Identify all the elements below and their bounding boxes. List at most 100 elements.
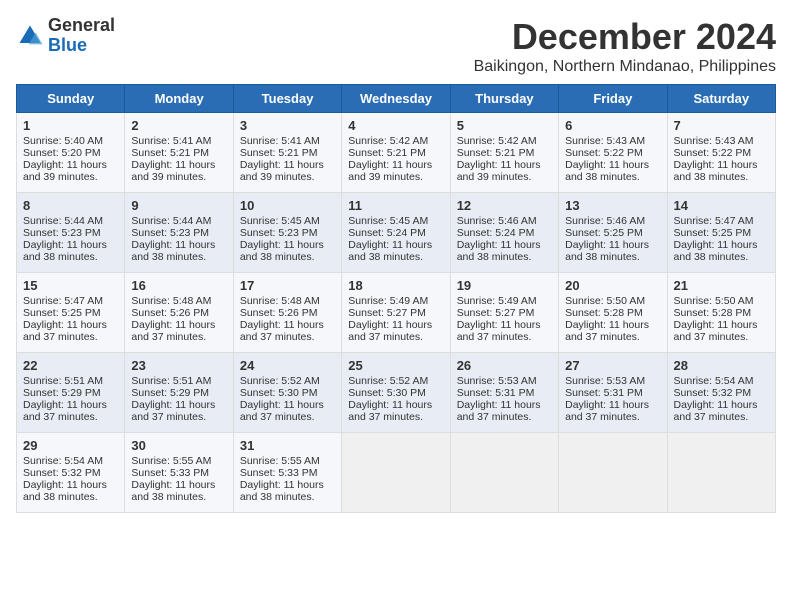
sunset-label: Sunset: 5:21 PM bbox=[240, 147, 318, 159]
table-row: 31 Sunrise: 5:55 AM Sunset: 5:33 PM Dayl… bbox=[233, 433, 341, 513]
daylight-label: Daylight: 11 hours and 38 minutes. bbox=[131, 479, 215, 503]
sunset-label: Sunset: 5:31 PM bbox=[565, 387, 643, 399]
table-row: 3 Sunrise: 5:41 AM Sunset: 5:21 PM Dayli… bbox=[233, 113, 341, 193]
daylight-label: Daylight: 11 hours and 39 minutes. bbox=[457, 159, 541, 183]
sunset-label: Sunset: 5:23 PM bbox=[131, 227, 209, 239]
title-section: December 2024 Baikingon, Northern Mindan… bbox=[474, 16, 776, 76]
daylight-label: Daylight: 11 hours and 38 minutes. bbox=[674, 239, 758, 263]
sunrise-label: Sunrise: 5:54 AM bbox=[23, 455, 103, 467]
day-number: 19 bbox=[457, 278, 552, 293]
table-row: 9 Sunrise: 5:44 AM Sunset: 5:23 PM Dayli… bbox=[125, 193, 233, 273]
day-number: 10 bbox=[240, 198, 335, 213]
day-number: 30 bbox=[131, 438, 226, 453]
table-row bbox=[450, 433, 558, 513]
sunset-label: Sunset: 5:22 PM bbox=[565, 147, 643, 159]
daylight-label: Daylight: 11 hours and 37 minutes. bbox=[131, 399, 215, 423]
daylight-label: Daylight: 11 hours and 37 minutes. bbox=[674, 319, 758, 343]
sunrise-label: Sunrise: 5:52 AM bbox=[240, 375, 320, 387]
sunrise-label: Sunrise: 5:43 AM bbox=[565, 135, 645, 147]
sunset-label: Sunset: 5:26 PM bbox=[131, 307, 209, 319]
sunrise-label: Sunrise: 5:55 AM bbox=[131, 455, 211, 467]
sunset-label: Sunset: 5:23 PM bbox=[23, 227, 101, 239]
day-number: 9 bbox=[131, 198, 226, 213]
col-thursday: Thursday bbox=[450, 85, 558, 113]
sunset-label: Sunset: 5:21 PM bbox=[457, 147, 535, 159]
logo-general: General bbox=[48, 16, 115, 36]
table-row: 21 Sunrise: 5:50 AM Sunset: 5:28 PM Dayl… bbox=[667, 273, 775, 353]
table-row: 16 Sunrise: 5:48 AM Sunset: 5:26 PM Dayl… bbox=[125, 273, 233, 353]
table-row: 4 Sunrise: 5:42 AM Sunset: 5:21 PM Dayli… bbox=[342, 113, 450, 193]
header: General Blue December 2024 Baikingon, No… bbox=[16, 16, 776, 76]
day-number: 15 bbox=[23, 278, 118, 293]
logo-text: General Blue bbox=[48, 16, 115, 56]
daylight-label: Daylight: 11 hours and 38 minutes. bbox=[565, 239, 649, 263]
sunrise-label: Sunrise: 5:48 AM bbox=[240, 295, 320, 307]
table-row: 22 Sunrise: 5:51 AM Sunset: 5:29 PM Dayl… bbox=[17, 353, 125, 433]
calendar-table: Sunday Monday Tuesday Wednesday Thursday… bbox=[16, 84, 776, 513]
logo: General Blue bbox=[16, 16, 115, 56]
table-row: 13 Sunrise: 5:46 AM Sunset: 5:25 PM Dayl… bbox=[559, 193, 667, 273]
sunrise-label: Sunrise: 5:43 AM bbox=[674, 135, 754, 147]
sunset-label: Sunset: 5:25 PM bbox=[565, 227, 643, 239]
day-number: 23 bbox=[131, 358, 226, 373]
sunrise-label: Sunrise: 5:44 AM bbox=[131, 215, 211, 227]
table-row: 8 Sunrise: 5:44 AM Sunset: 5:23 PM Dayli… bbox=[17, 193, 125, 273]
sunset-label: Sunset: 5:25 PM bbox=[23, 307, 101, 319]
table-row: 10 Sunrise: 5:45 AM Sunset: 5:23 PM Dayl… bbox=[233, 193, 341, 273]
table-row: 20 Sunrise: 5:50 AM Sunset: 5:28 PM Dayl… bbox=[559, 273, 667, 353]
day-number: 27 bbox=[565, 358, 660, 373]
col-monday: Monday bbox=[125, 85, 233, 113]
table-row: 25 Sunrise: 5:52 AM Sunset: 5:30 PM Dayl… bbox=[342, 353, 450, 433]
daylight-label: Daylight: 11 hours and 37 minutes. bbox=[565, 319, 649, 343]
sunset-label: Sunset: 5:32 PM bbox=[23, 467, 101, 479]
day-number: 13 bbox=[565, 198, 660, 213]
table-row: 17 Sunrise: 5:48 AM Sunset: 5:26 PM Dayl… bbox=[233, 273, 341, 353]
table-row: 30 Sunrise: 5:55 AM Sunset: 5:33 PM Dayl… bbox=[125, 433, 233, 513]
table-row: 18 Sunrise: 5:49 AM Sunset: 5:27 PM Dayl… bbox=[342, 273, 450, 353]
day-number: 20 bbox=[565, 278, 660, 293]
day-number: 28 bbox=[674, 358, 769, 373]
col-tuesday: Tuesday bbox=[233, 85, 341, 113]
sunset-label: Sunset: 5:33 PM bbox=[240, 467, 318, 479]
sunrise-label: Sunrise: 5:44 AM bbox=[23, 215, 103, 227]
sunrise-label: Sunrise: 5:53 AM bbox=[565, 375, 645, 387]
sunrise-label: Sunrise: 5:41 AM bbox=[131, 135, 211, 147]
day-number: 12 bbox=[457, 198, 552, 213]
daylight-label: Daylight: 11 hours and 37 minutes. bbox=[240, 399, 324, 423]
sunset-label: Sunset: 5:27 PM bbox=[457, 307, 535, 319]
daylight-label: Daylight: 11 hours and 39 minutes. bbox=[240, 159, 324, 183]
day-number: 22 bbox=[23, 358, 118, 373]
table-row: 23 Sunrise: 5:51 AM Sunset: 5:29 PM Dayl… bbox=[125, 353, 233, 433]
day-number: 18 bbox=[348, 278, 443, 293]
calendar-week-row: 29 Sunrise: 5:54 AM Sunset: 5:32 PM Dayl… bbox=[17, 433, 776, 513]
sunrise-label: Sunrise: 5:52 AM bbox=[348, 375, 428, 387]
sunrise-label: Sunrise: 5:46 AM bbox=[565, 215, 645, 227]
table-row: 7 Sunrise: 5:43 AM Sunset: 5:22 PM Dayli… bbox=[667, 113, 775, 193]
table-row: 26 Sunrise: 5:53 AM Sunset: 5:31 PM Dayl… bbox=[450, 353, 558, 433]
sunset-label: Sunset: 5:21 PM bbox=[348, 147, 426, 159]
daylight-label: Daylight: 11 hours and 37 minutes. bbox=[131, 319, 215, 343]
daylight-label: Daylight: 11 hours and 37 minutes. bbox=[348, 319, 432, 343]
sunrise-label: Sunrise: 5:51 AM bbox=[131, 375, 211, 387]
day-number: 11 bbox=[348, 198, 443, 213]
table-row: 19 Sunrise: 5:49 AM Sunset: 5:27 PM Dayl… bbox=[450, 273, 558, 353]
sunrise-label: Sunrise: 5:47 AM bbox=[674, 215, 754, 227]
day-number: 3 bbox=[240, 118, 335, 133]
sunset-label: Sunset: 5:24 PM bbox=[457, 227, 535, 239]
day-number: 29 bbox=[23, 438, 118, 453]
table-row: 14 Sunrise: 5:47 AM Sunset: 5:25 PM Dayl… bbox=[667, 193, 775, 273]
sunrise-label: Sunrise: 5:48 AM bbox=[131, 295, 211, 307]
table-row: 24 Sunrise: 5:52 AM Sunset: 5:30 PM Dayl… bbox=[233, 353, 341, 433]
day-number: 31 bbox=[240, 438, 335, 453]
sunrise-label: Sunrise: 5:50 AM bbox=[565, 295, 645, 307]
day-number: 14 bbox=[674, 198, 769, 213]
sunset-label: Sunset: 5:21 PM bbox=[131, 147, 209, 159]
day-number: 1 bbox=[23, 118, 118, 133]
sunset-label: Sunset: 5:26 PM bbox=[240, 307, 318, 319]
sunrise-label: Sunrise: 5:45 AM bbox=[240, 215, 320, 227]
sunrise-label: Sunrise: 5:42 AM bbox=[457, 135, 537, 147]
day-number: 2 bbox=[131, 118, 226, 133]
daylight-label: Daylight: 11 hours and 38 minutes. bbox=[457, 239, 541, 263]
sunset-label: Sunset: 5:32 PM bbox=[674, 387, 752, 399]
daylight-label: Daylight: 11 hours and 38 minutes. bbox=[131, 239, 215, 263]
